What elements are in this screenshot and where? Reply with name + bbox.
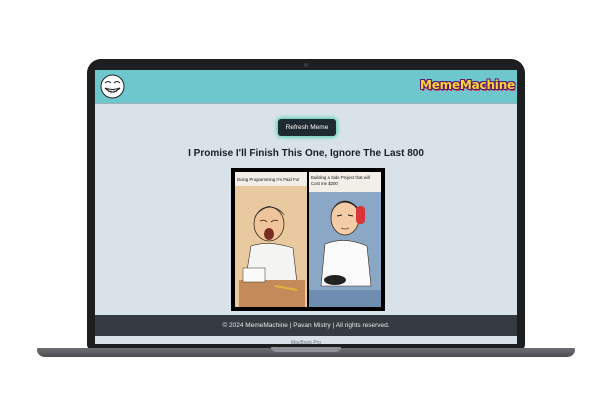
laptop-notch: [271, 347, 341, 352]
site-footer: © 2024 MemeMachine | Pavan Mistry | All …: [95, 315, 517, 336]
meme-left-caption: Doing Programming I'm Paid For: [237, 177, 300, 182]
laptop-lid: MemeMachine Refresh Meme I Promise I'll …: [87, 59, 525, 349]
meme-right-caption-line2: Cost me $200: [311, 181, 338, 186]
footer-copyright: © 2024 MemeMachine | Pavan Mistry | All …: [222, 322, 390, 329]
brand-logo[interactable]: MemeMachine: [420, 78, 515, 92]
meme-image: Doing Programming I'm Paid For Building …: [231, 168, 385, 311]
browser-screen: MemeMachine Refresh Meme I Promise I'll …: [95, 70, 517, 344]
refresh-meme-button[interactable]: Refresh Meme: [278, 119, 336, 136]
trollface-icon[interactable]: [100, 74, 125, 99]
meme-right-caption-line1: Building a Side Project that will: [311, 175, 370, 180]
camera-icon: [304, 63, 308, 67]
device-label: MacBook Pro: [290, 340, 321, 346]
site-header: MemeMachine: [95, 70, 517, 104]
meme-title: I Promise I'll Finish This One, Ignore T…: [188, 148, 424, 159]
main-content: Refresh Meme I Promise I'll Finish This …: [95, 104, 517, 311]
